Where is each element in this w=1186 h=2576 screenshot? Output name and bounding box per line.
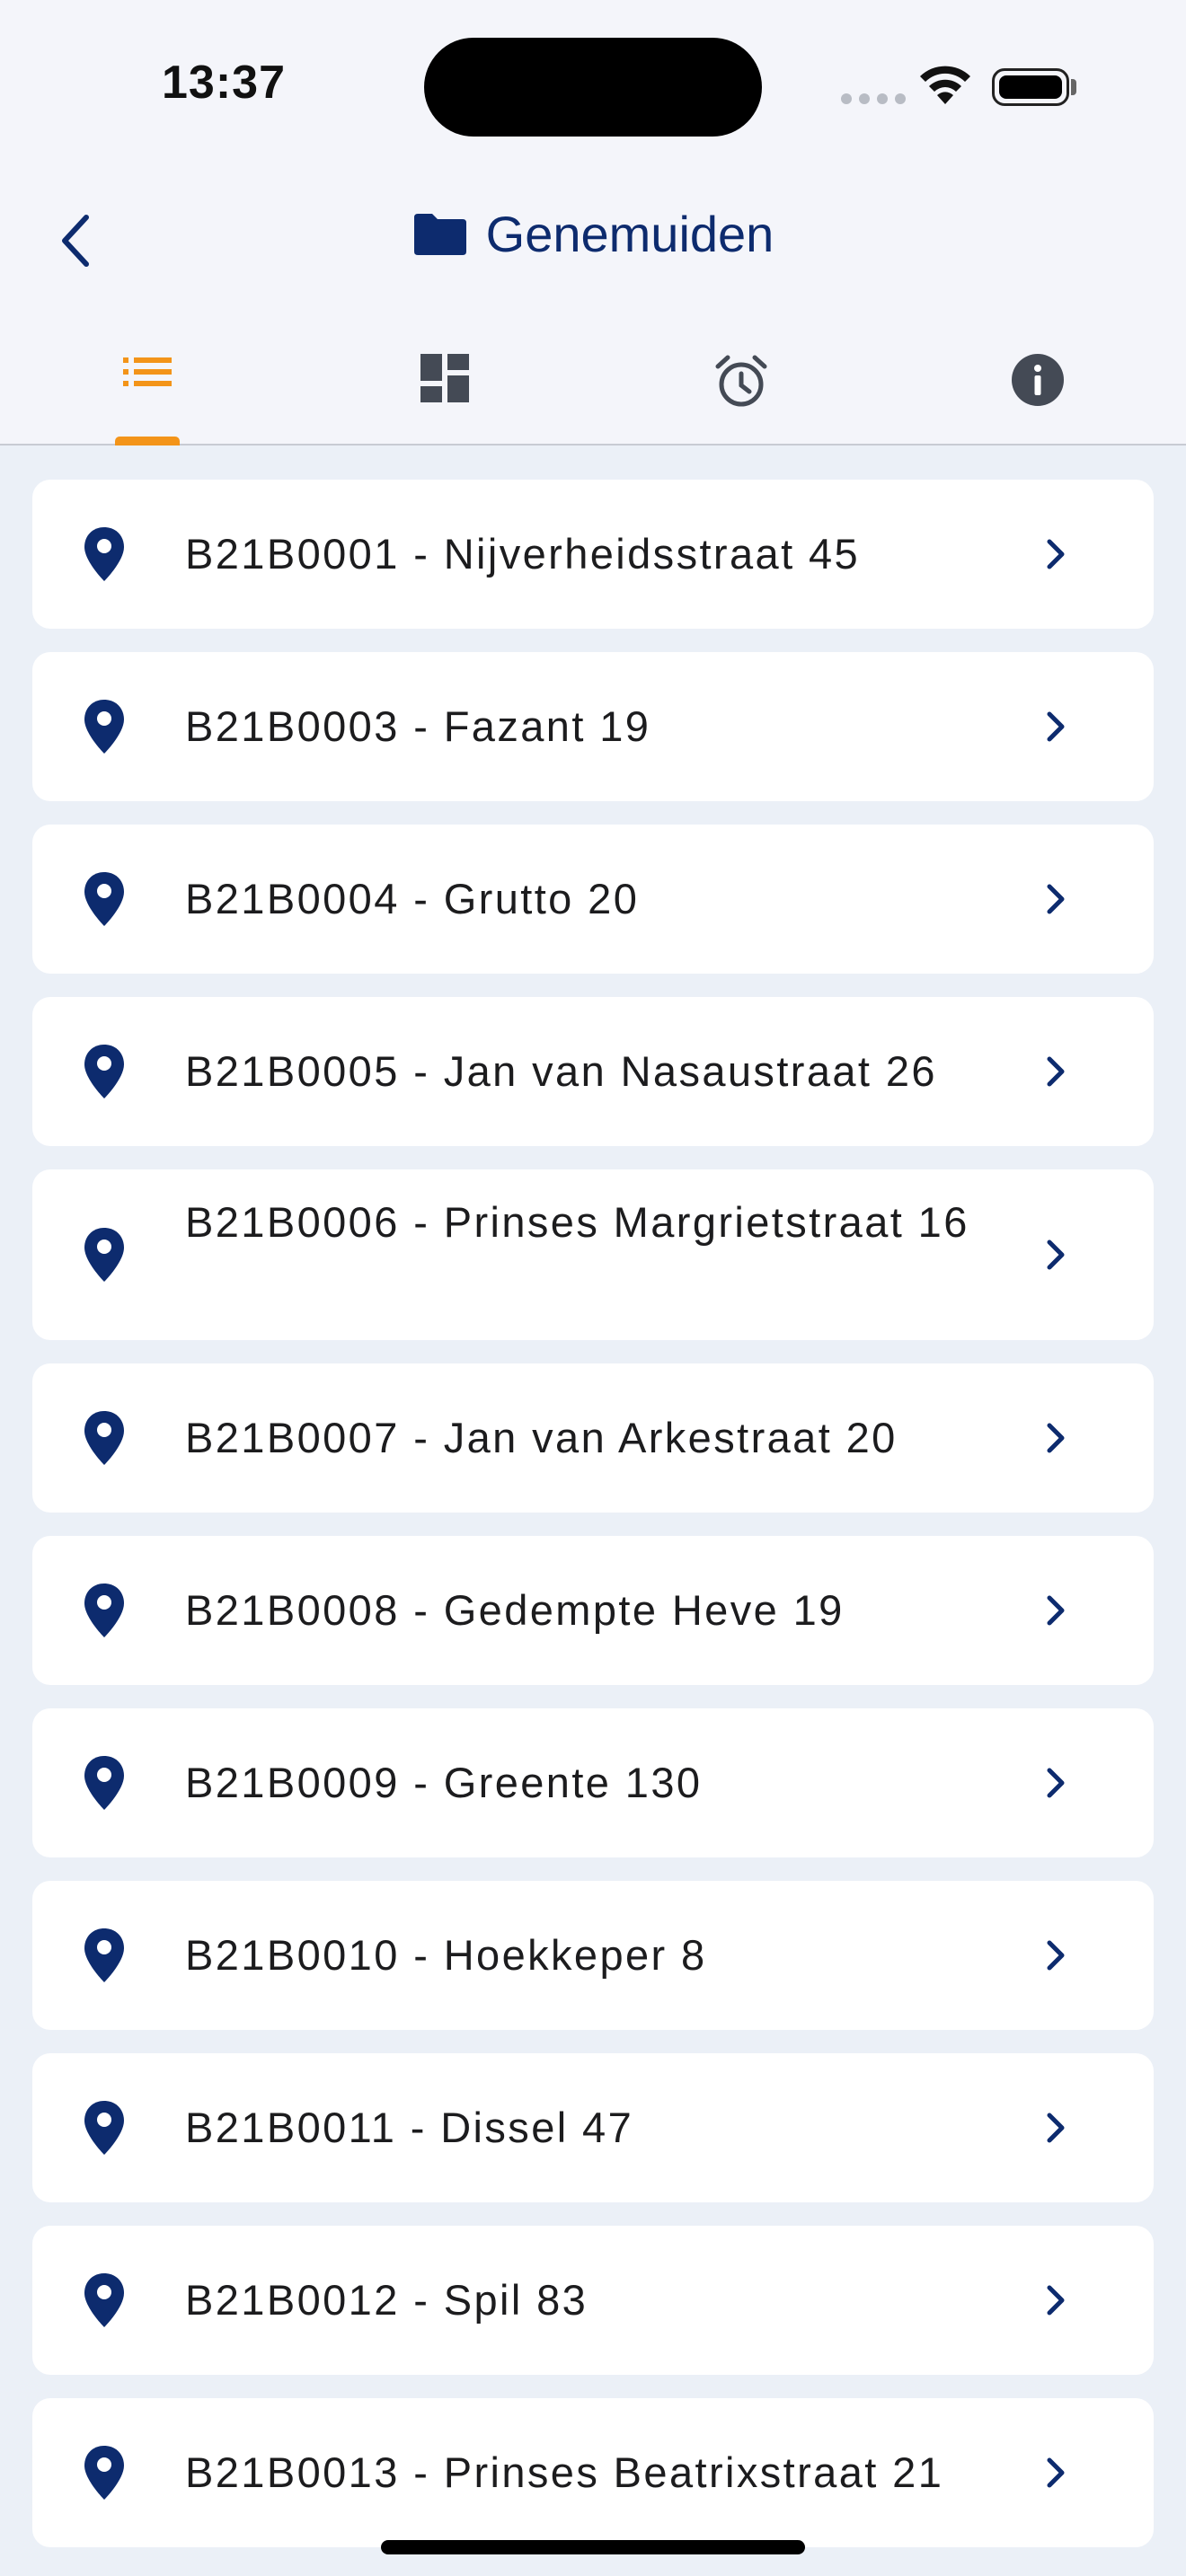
location-pin-icon: [84, 700, 124, 754]
list-item[interactable]: B21B0011 - Dissel 47: [32, 2053, 1154, 2202]
chevron-right-icon: [1047, 1423, 1065, 1453]
list-item-label: B21B0003 - Fazant 19: [185, 702, 651, 750]
list-item[interactable]: B21B0001 - Nijverheidsstraat 45: [32, 480, 1154, 629]
list-item[interactable]: B21B0007 - Jan van Arkestraat 20: [32, 1363, 1154, 1513]
page-title: Genemuiden: [0, 205, 1186, 263]
location-pin-icon: [84, 1584, 124, 1637]
cellular-signal-icon: [841, 93, 906, 104]
chevron-right-icon: [1047, 884, 1065, 914]
alarm-clock-icon: [715, 355, 767, 407]
location-pin-icon: [84, 2101, 124, 2155]
location-pin-icon: [84, 872, 124, 926]
chevron-right-icon: [1047, 1239, 1065, 1270]
home-indicator: [381, 2540, 805, 2554]
list-item[interactable]: B21B0005 - Jan van Nasaustraat 26: [32, 997, 1154, 1146]
list-item[interactable]: B21B0004 - Grutto 20: [32, 825, 1154, 974]
list-item-label: B21B0009 - Greente 130: [185, 1759, 703, 1806]
page-title-text: Genemuiden: [485, 206, 774, 262]
list-item[interactable]: B21B0006 - Prinses Margrietstraat 16: [32, 1169, 1154, 1340]
chevron-right-icon: [1047, 2113, 1065, 2143]
list-item[interactable]: B21B0012 - Spil 83: [32, 2226, 1154, 2375]
location-pin-icon: [84, 1228, 124, 1282]
chevron-right-icon: [1047, 539, 1065, 569]
chevron-right-icon: [1047, 1768, 1065, 1798]
folder-icon: [413, 213, 466, 255]
list-item-label: B21B0007 - Jan van Arkestraat 20: [185, 1414, 898, 1461]
tab-list[interactable]: [0, 332, 296, 444]
list-item-label: B21B0013 - Prinses Beatrixstraat 21: [185, 2448, 944, 2496]
list-item[interactable]: B21B0003 - Fazant 19: [32, 652, 1154, 801]
chevron-right-icon: [1047, 711, 1065, 742]
list-item[interactable]: B21B0008 - Gedempte Heve 19: [32, 1536, 1154, 1685]
location-pin-icon: [84, 1411, 124, 1465]
chevron-right-icon: [1047, 1940, 1065, 1971]
list-icon: [123, 357, 172, 386]
status-time: 13:37: [162, 57, 286, 109]
tab-bar: [0, 332, 1186, 446]
list-item-label: B21B0012 - Spil 83: [185, 2276, 589, 2324]
tab-alarm[interactable]: [593, 332, 890, 444]
chevron-right-icon: [1047, 2285, 1065, 2316]
chevron-right-icon: [1047, 2457, 1065, 2488]
wifi-icon: [920, 66, 970, 104]
list-item-label: B21B0006 - Prinses Margrietstraat 16: [185, 1198, 969, 1246]
tab-info[interactable]: [890, 332, 1186, 444]
location-pin-icon: [84, 527, 124, 581]
list-item-label: B21B0011 - Dissel 47: [185, 2104, 634, 2151]
list-item-label: B21B0001 - Nijverheidsstraat 45: [185, 530, 861, 578]
list-item-label: B21B0005 - Jan van Nasaustraat 26: [185, 1047, 937, 1095]
header: 13:37 Genemuiden: [0, 0, 1186, 446]
dashboard-icon: [420, 354, 469, 402]
info-icon: [1012, 354, 1064, 406]
location-pin-icon: [84, 1045, 124, 1098]
location-pin-icon: [84, 2273, 124, 2327]
location-pin-icon: [84, 2446, 124, 2500]
chevron-right-icon: [1047, 1056, 1065, 1087]
battery-icon: [992, 68, 1069, 106]
tab-dashboard[interactable]: [296, 332, 593, 444]
list-item[interactable]: B21B0010 - Hoekkeper 8: [32, 1881, 1154, 2030]
chevron-right-icon: [1047, 1595, 1065, 1626]
dynamic-island: [424, 38, 762, 137]
location-pin-icon: [84, 1928, 124, 1982]
list-item-label: B21B0008 - Gedempte Heve 19: [185, 1586, 845, 1634]
active-tab-indicator: [115, 437, 180, 446]
location-pin-icon: [84, 1756, 124, 1810]
list-item-label: B21B0010 - Hoekkeper 8: [185, 1931, 707, 1979]
list-item[interactable]: B21B0013 - Prinses Beatrixstraat 21: [32, 2398, 1154, 2547]
list-item-label: B21B0004 - Grutto 20: [185, 875, 640, 922]
list-item[interactable]: B21B0009 - Greente 130: [32, 1708, 1154, 1857]
